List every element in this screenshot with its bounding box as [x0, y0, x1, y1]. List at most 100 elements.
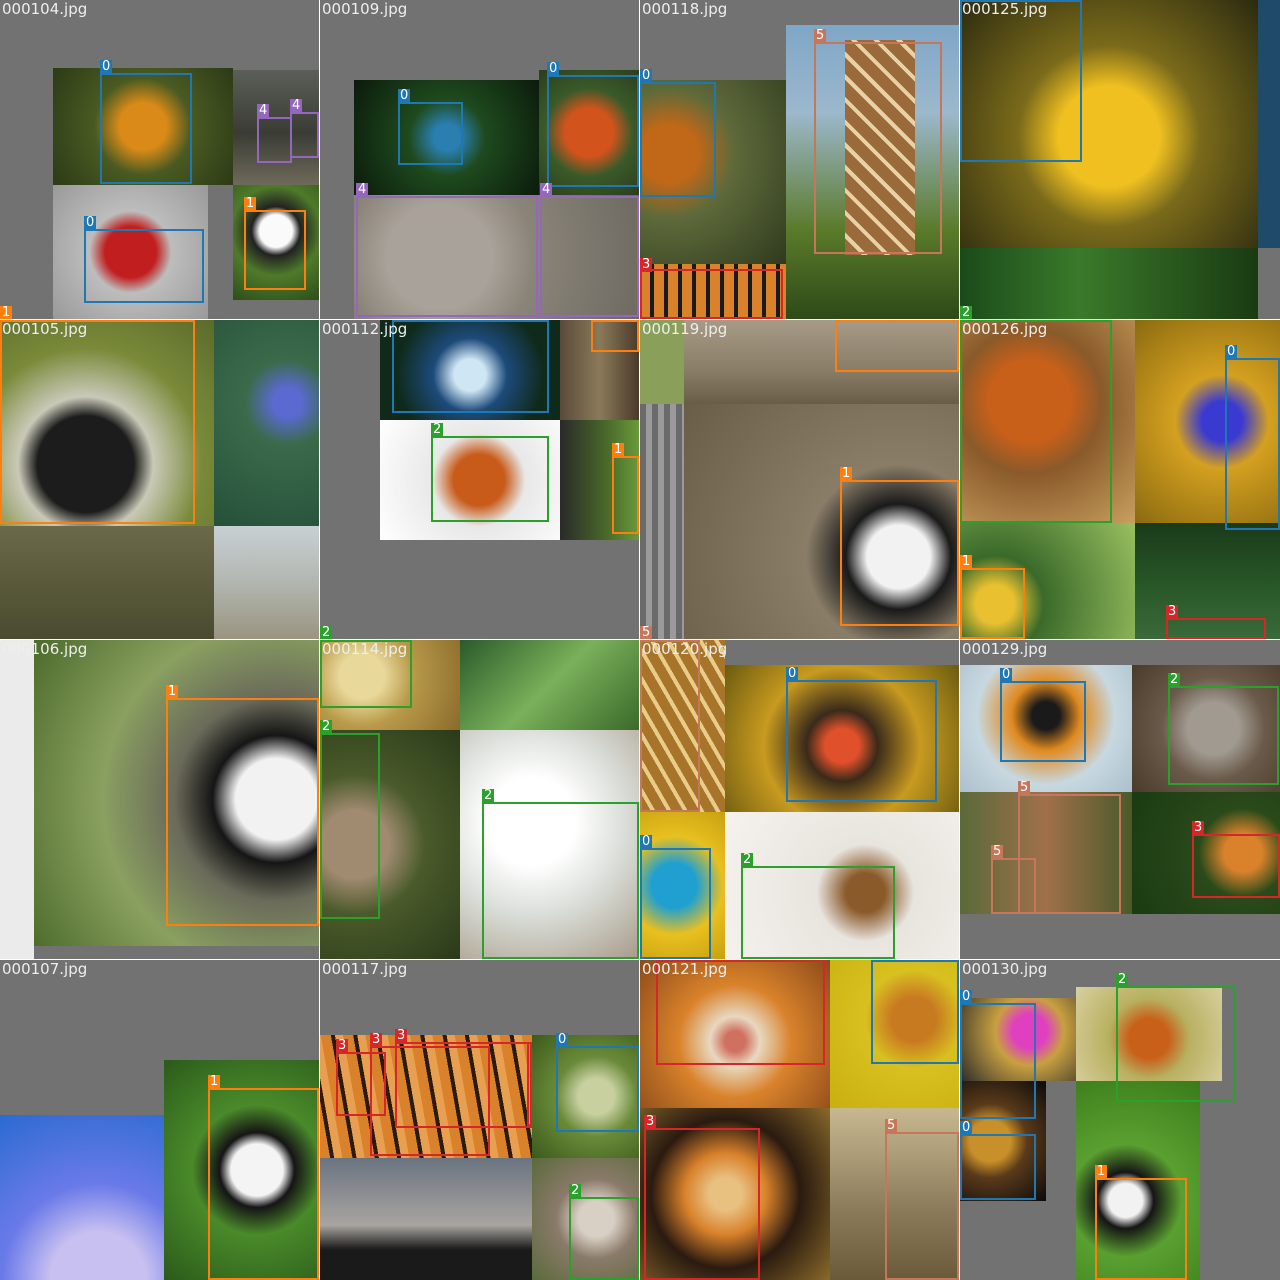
mosaic-tile: 000120.jpg 0 0 2 [640, 640, 959, 959]
bbox-label-2: 2 [482, 788, 495, 803]
bbox-label-0: 0 [556, 1032, 569, 1047]
bbox-label-0: 0 [640, 68, 653, 83]
photo-shrubs [0, 526, 214, 639]
bbox-2 [569, 1197, 639, 1280]
tile-filename: 000119.jpg [642, 320, 728, 338]
bbox-label-4: 4 [356, 182, 369, 197]
bbox-label-0: 0 [84, 215, 97, 230]
bbox-2 [482, 802, 639, 959]
bbox-4 [356, 196, 538, 317]
mosaic-tile: 000118.jpg 0 5 3 [640, 0, 959, 319]
bbox-5 [991, 858, 1036, 914]
bbox-label-0: 0 [786, 666, 799, 681]
bbox-label-0: 0 [960, 1120, 973, 1135]
mosaic-tile: 000109.jpg 0 0 4 4 [320, 0, 639, 319]
photo-green-bokeh [460, 640, 639, 730]
bbox-1 [208, 1088, 319, 1280]
bbox-0 [960, 0, 1082, 162]
bbox-label-2: 2 [320, 625, 333, 639]
bbox-label-0: 0 [960, 989, 973, 1004]
tile-filename: 000107.jpg [2, 960, 88, 978]
mosaic-grid: 000104.jpg 0 0 4 4 1 1 000109.jpg 0 0 4 … [0, 0, 1280, 1280]
bbox-4 [257, 117, 292, 163]
bbox-label-1: 1 [591, 320, 604, 321]
tile-filename: 000120.jpg [642, 640, 728, 658]
photo-fence [640, 404, 684, 639]
bbox-0 [960, 1003, 1036, 1119]
photo-green-leaves [960, 248, 1258, 319]
bbox-5 [885, 1132, 959, 1280]
bbox-1 [166, 698, 319, 926]
tile-filename: 000121.jpg [642, 960, 728, 978]
bbox-1 [0, 320, 195, 524]
photo-sunset-tree [320, 1158, 532, 1280]
tile-filename: 000104.jpg [2, 0, 88, 18]
tile-filename: 000109.jpg [322, 0, 408, 18]
bbox-label-2: 2 [569, 1183, 582, 1198]
bbox-4 [290, 112, 319, 158]
bbox-label-1: 1 [1095, 1164, 1108, 1179]
mosaic-tile: 000125.jpg 2 [960, 0, 1280, 319]
bbox-label-5: 5 [885, 1118, 898, 1133]
bbox-label-2: 2 [741, 852, 754, 867]
bbox-0 [84, 229, 204, 303]
bbox-label-5: 5 [1018, 780, 1031, 795]
bbox-0 [640, 848, 711, 959]
bbox-0 [960, 1134, 1036, 1200]
bbox-0 [786, 680, 937, 802]
bbox-label-3: 3 [370, 1032, 383, 1047]
bbox-1 [1095, 1178, 1187, 1280]
bbox-label-1: 1 [960, 554, 973, 569]
bbox-label-4: 4 [257, 103, 270, 118]
bbox-label-1: 1 [244, 196, 257, 211]
bbox-label-0: 0 [1000, 667, 1013, 682]
tile-filename: 000130.jpg [962, 960, 1048, 978]
bbox-label-3: 3 [1192, 820, 1205, 835]
bbox-2 [431, 436, 549, 522]
bbox-1 [244, 210, 306, 290]
bbox-label-1: 1 [835, 320, 848, 321]
bbox-0 [547, 75, 639, 187]
mosaic-tile: 000107.jpg 1 [0, 960, 319, 1280]
bbox-5 [640, 640, 700, 812]
bbox-label-4: 4 [540, 182, 553, 197]
bbox-2 [320, 733, 380, 919]
bbox-5 [814, 42, 942, 254]
mosaic-tile: 000119.jpg 1 1 5 [640, 320, 959, 639]
mosaic-tile: 000129.jpg 0 2 5 5 3 [960, 640, 1280, 959]
bbox-1 [591, 320, 639, 352]
bbox-0 [1225, 358, 1280, 530]
bbox-label-5: 5 [640, 625, 653, 639]
bbox-2 [1168, 686, 1279, 785]
bbox-0 [871, 960, 959, 1064]
tile-filename: 000126.jpg [962, 320, 1048, 338]
bbox-label-2: 2 [431, 422, 444, 437]
tile-filename: 000125.jpg [962, 0, 1048, 18]
bbox-2 [1116, 986, 1235, 1102]
mosaic-tile: 000112.jpg 0 1 2 1 2 [320, 320, 639, 639]
bbox-3 [395, 1042, 529, 1128]
tile-filename: 000105.jpg [2, 320, 88, 338]
bbox-label-0: 0 [398, 88, 411, 103]
bbox-label-4: 4 [290, 98, 303, 113]
bbox-label-3: 3 [395, 1028, 408, 1043]
tile-filename: 000112.jpg [322, 320, 408, 338]
bbox-3 [640, 269, 783, 319]
bbox-3 [644, 1128, 760, 1280]
bbox-label-2: 2 [320, 719, 333, 734]
mosaic-tile: 000130.jpg 0 2 0 1 [960, 960, 1280, 1280]
bbox-4 [540, 196, 639, 317]
bbox-0 [392, 320, 549, 413]
bbox-3 [1192, 834, 1280, 898]
bbox-1 [840, 480, 959, 626]
bbox-label-0: 0 [100, 59, 113, 74]
bbox-0 [1000, 681, 1086, 762]
bbox-label-0: 0 [547, 61, 560, 76]
bbox-label-1: 1 [166, 684, 179, 699]
bbox-0 [100, 73, 192, 184]
bbox-1 [612, 456, 639, 534]
bbox-0 [398, 102, 463, 165]
bbox-label-3: 3 [336, 1038, 349, 1053]
bbox-label-1: 1 [0, 305, 13, 319]
bbox-0 [556, 1046, 639, 1132]
